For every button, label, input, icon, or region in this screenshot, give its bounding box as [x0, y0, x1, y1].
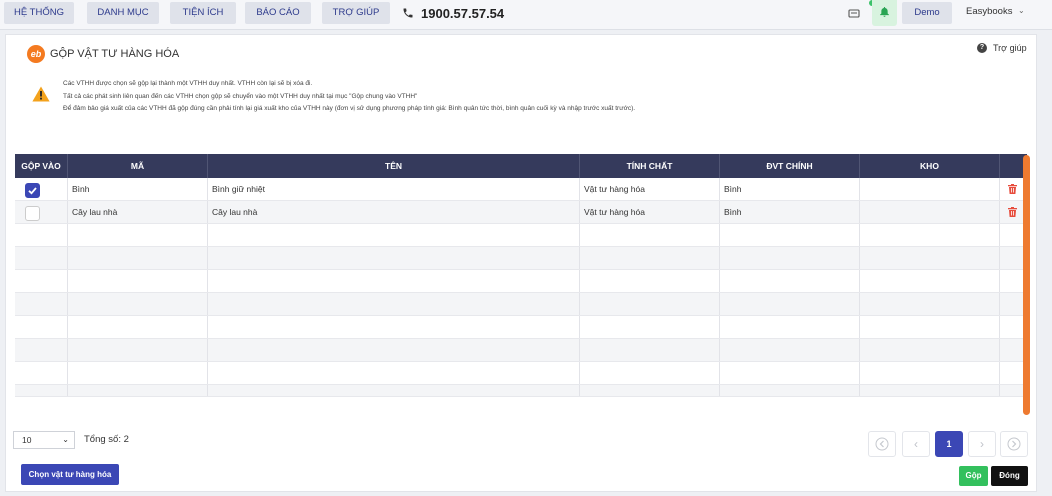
column-header-name[interactable]: TÊN: [208, 154, 580, 178]
notification-button[interactable]: [872, 0, 897, 26]
warehouse-cell[interactable]: [860, 178, 1000, 200]
company-selector[interactable]: Easybooks: [966, 6, 1012, 17]
unit-cell[interactable]: Bình: [720, 201, 860, 223]
note-line: Các VTHH được chọn sẽ gộp lại thành một …: [63, 80, 313, 87]
merge-checkbox[interactable]: [25, 183, 40, 198]
first-page-icon: [875, 437, 889, 451]
menu-bao-cao[interactable]: BÁO CÁO: [245, 2, 311, 24]
page-1-button[interactable]: 1: [935, 431, 963, 457]
page-title: GỘP VẬT TƯ HÀNG HÓA: [50, 48, 180, 60]
app-logo: eb: [27, 45, 45, 63]
menu-he-thong[interactable]: HỆ THỐNG: [4, 2, 74, 24]
page-size-value: 10: [22, 435, 32, 445]
name-cell[interactable]: Bình giữ nhiệt: [208, 178, 580, 200]
table-row[interactable]: Bình Bình giữ nhiệt Vật tư hàng hóa Bình: [15, 178, 1027, 201]
column-header-warehouse[interactable]: KHO: [860, 154, 1000, 178]
last-page-button[interactable]: [1000, 431, 1028, 457]
user-button[interactable]: Demo: [902, 2, 952, 24]
table-header: GỘP VÀO MÃ TÊN TÍNH CHẤT ĐVT CHÍNH KHO: [15, 154, 1027, 178]
note-line: Tất cả các phát sinh liên quan đến các V…: [63, 92, 418, 100]
tray-icon[interactable]: [847, 6, 861, 20]
empty-row: [15, 385, 1027, 397]
goods-table: GỘP VÀO MÃ TÊN TÍNH CHẤT ĐVT CHÍNH KHO B…: [15, 154, 1027, 397]
chevron-left-icon: ‹: [914, 437, 918, 451]
hotline-number: 1900.57.57.54: [421, 5, 505, 21]
column-header-unit[interactable]: ĐVT CHÍNH: [720, 154, 860, 178]
question-circle-icon: ?: [977, 43, 987, 53]
note-line: Để đảm bảo giá xuất của các VTHH đã gộp …: [63, 105, 636, 112]
help-label: Trợ giúp: [993, 43, 1027, 53]
table-scrollbar[interactable]: [1023, 155, 1030, 415]
first-page-button[interactable]: [868, 431, 896, 457]
column-header-type[interactable]: TÍNH CHẤT: [580, 154, 720, 178]
next-page-button[interactable]: ›: [968, 431, 996, 457]
trash-icon[interactable]: [1008, 207, 1017, 217]
merge-goods-panel: eb GỘP VẬT TƯ HÀNG HÓA ? Trợ giúp Các VT…: [5, 34, 1037, 492]
column-header-merge[interactable]: GỘP VÀO: [15, 154, 68, 178]
chevron-right-icon: ›: [980, 437, 984, 451]
warning-icon: [32, 86, 50, 102]
check-icon: [28, 187, 37, 195]
chevron-down-icon[interactable]: ⌄: [1018, 6, 1025, 15]
choose-goods-button[interactable]: Chọn vật tư hàng hóa: [21, 464, 119, 485]
help-link[interactable]: ? Trợ giúp: [977, 43, 1027, 53]
total-count: Tổng số: 2: [84, 434, 129, 445]
trash-icon[interactable]: [1008, 184, 1017, 194]
merge-button[interactable]: Gộp: [959, 466, 988, 486]
merge-cell: [15, 201, 68, 223]
empty-row: [15, 293, 1027, 316]
menu-tro-giup[interactable]: TRỢ GIÚP: [322, 2, 390, 24]
code-cell[interactable]: Cây lau nhà: [68, 201, 208, 223]
name-cell[interactable]: Cây lau nhà: [208, 201, 580, 223]
type-cell[interactable]: Vật tư hàng hóa: [580, 201, 720, 223]
empty-row: [15, 339, 1027, 362]
page-size-select[interactable]: 10 ⌄: [13, 431, 75, 449]
prev-page-button[interactable]: ‹: [902, 431, 930, 457]
table-row[interactable]: Cây lau nhà Cây lau nhà Vật tư hàng hóa …: [15, 201, 1027, 224]
bell-icon: [880, 7, 889, 17]
empty-row: [15, 316, 1027, 339]
merge-cell: [15, 178, 68, 200]
column-header-code[interactable]: MÃ: [68, 154, 208, 178]
hotline: 1900.57.57.54: [402, 4, 504, 22]
warehouse-cell[interactable]: [860, 201, 1000, 223]
empty-row: [15, 270, 1027, 293]
last-page-icon: [1007, 437, 1021, 451]
merge-notes: Các VTHH được chọn sẽ gộp lại thành một …: [63, 78, 635, 116]
code-cell[interactable]: Bình: [68, 178, 208, 200]
type-cell[interactable]: Vật tư hàng hóa: [580, 178, 720, 200]
merge-checkbox[interactable]: [25, 206, 40, 221]
menu-tien-ich[interactable]: TIỆN ÍCH: [170, 2, 236, 24]
chevron-down-icon: ⌄: [62, 435, 69, 444]
close-button[interactable]: Đóng: [991, 466, 1028, 486]
unit-cell[interactable]: Bình: [720, 178, 860, 200]
empty-row: [15, 362, 1027, 385]
empty-row: [15, 224, 1027, 247]
phone-icon: [403, 8, 413, 18]
menu-danh-muc[interactable]: DANH MỤC: [87, 2, 159, 24]
empty-row: [15, 247, 1027, 270]
top-navigation-bar: HỆ THỐNG DANH MỤC TIỆN ÍCH BÁO CÁO TRỢ G…: [0, 0, 1052, 30]
